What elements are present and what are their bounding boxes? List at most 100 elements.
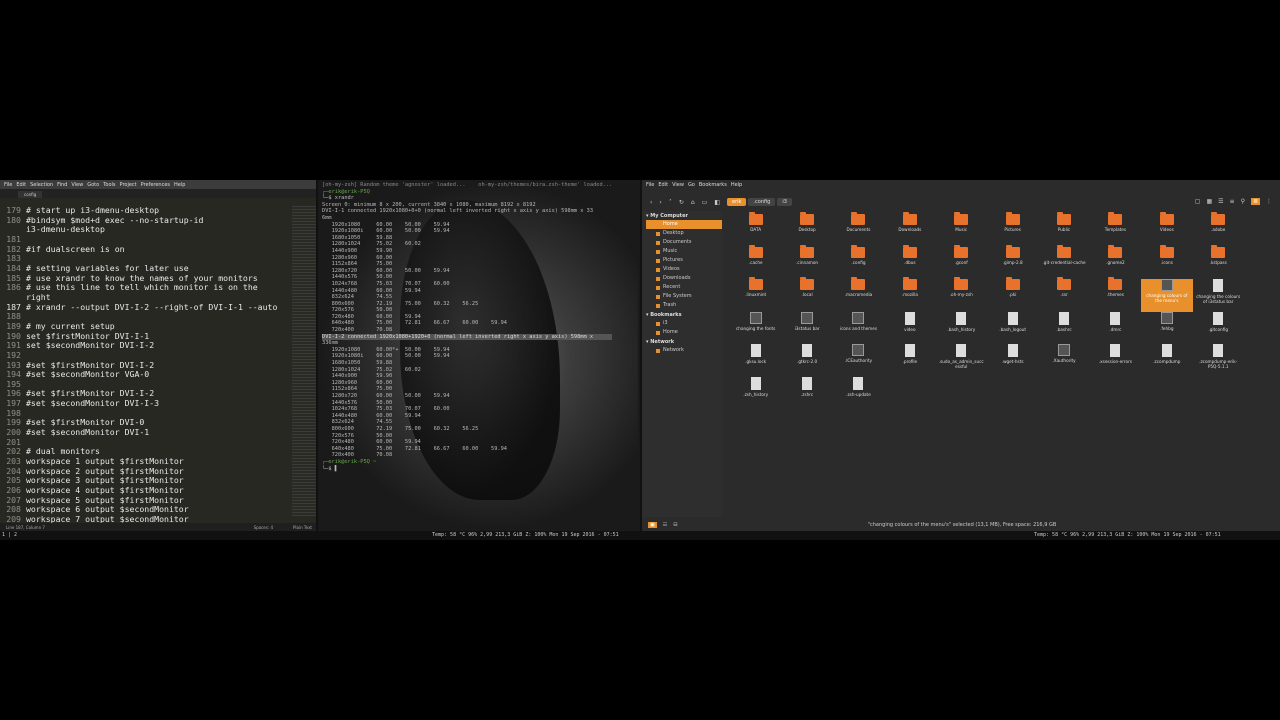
code-editor[interactable]: 179 # start up i3-dmenu-desktop 180 #bindsy… xyxy=(0,205,292,525)
folder-item[interactable]: .macromedia xyxy=(833,277,884,312)
menu-item-go[interactable]: Go xyxy=(688,182,695,188)
breadcrumb-i3[interactable]: i3 xyxy=(777,198,792,206)
icon-view-icon[interactable]: ▦ xyxy=(1206,198,1212,205)
sidebar-item-file-system[interactable]: File System xyxy=(646,292,722,301)
workspace-indicator[interactable]: 1 | 2 xyxy=(2,532,17,538)
reload-icon[interactable]: ↻ xyxy=(679,199,684,206)
menu-item-bookmarks[interactable]: Bookmarks xyxy=(699,182,727,188)
menu-item-goto[interactable]: Goto xyxy=(87,182,99,188)
back-icon[interactable]: ‹ xyxy=(650,199,652,206)
menu-item-file[interactable]: File xyxy=(4,182,12,188)
sidebar-item-home[interactable]: Home xyxy=(646,220,722,229)
forward-icon[interactable]: › xyxy=(659,199,661,206)
sidebar-item-videos[interactable]: Videos xyxy=(646,265,722,274)
file-item[interactable]: .wget-hsts xyxy=(987,344,1038,377)
tab-config[interactable]: config xyxy=(18,191,43,198)
folder-item[interactable]: .git-credential-cache xyxy=(1038,244,1089,280)
folder-item[interactable]: .gconf xyxy=(936,244,987,280)
menu-item-preferences[interactable]: Preferences xyxy=(141,182,170,188)
sidebar-heading[interactable]: ▾ Bookmarks xyxy=(646,312,722,318)
folder-item[interactable]: .kstpass xyxy=(1193,244,1244,280)
file-item[interactable]: .zcompdump-erik-P5Q-5.1.1 xyxy=(1193,344,1244,377)
file-item[interactable]: .xsession-errors xyxy=(1090,344,1141,377)
folder-item[interactable]: .icons xyxy=(1141,244,1192,280)
folder-item[interactable]: .gnome2 xyxy=(1090,244,1141,280)
menu-item-help[interactable]: Help xyxy=(731,182,742,188)
sidebar-item-music[interactable]: Music xyxy=(646,247,722,256)
folder-item[interactable]: DATA xyxy=(730,212,781,247)
sidebar-item-pictures[interactable]: Pictures xyxy=(646,256,722,265)
file-item[interactable]: .zcompdump xyxy=(1141,344,1192,377)
breadcrumb-config[interactable]: .config xyxy=(748,198,776,206)
file-item[interactable]: .zsh-update xyxy=(833,376,884,410)
folder-item[interactable]: Pictures xyxy=(987,212,1038,247)
file-item[interactable]: .zsh_history xyxy=(730,376,781,410)
file-item[interactable]: .zshrc xyxy=(781,376,832,410)
sidebar-item-documents[interactable]: Documents xyxy=(646,238,722,247)
syntax-setting[interactable]: Plain Text xyxy=(293,525,312,530)
sidebar-item-desktop[interactable]: Desktop xyxy=(646,229,722,238)
file-item[interactable]: .bash_history xyxy=(936,311,987,345)
menu-item-edit[interactable]: Edit xyxy=(16,182,26,188)
sidebar-item-home[interactable]: Home xyxy=(646,328,722,337)
menu-item-help[interactable]: Help xyxy=(174,182,185,188)
folder-item[interactable]: .cinnamon xyxy=(781,244,832,280)
folder-item[interactable]: Public xyxy=(1038,212,1089,247)
file-item[interactable]: video xyxy=(884,311,935,345)
folder-item[interactable]: .mozilla xyxy=(884,277,935,312)
folder-item[interactable]: Templates xyxy=(1090,212,1141,247)
home-icon[interactable]: ⌂ xyxy=(691,199,695,206)
compact-view-icon[interactable]: ≡ xyxy=(1230,198,1235,205)
file-item[interactable]: changing the fonts xyxy=(730,311,781,345)
file-item[interactable]: .bash_logout xyxy=(987,311,1038,345)
folder-item[interactable]: .linuxmint xyxy=(730,277,781,312)
computer-icon[interactable]: ▭ xyxy=(702,199,708,206)
sidebar-item-downloads[interactable]: Downloads xyxy=(646,274,722,283)
sidebar-heading[interactable]: ▾ Network xyxy=(646,339,722,345)
folder-item[interactable]: Downloads xyxy=(884,212,935,247)
minimap[interactable] xyxy=(292,206,316,516)
folder-item[interactable]: .dbus xyxy=(884,244,935,280)
sidebar-item-network[interactable]: Network xyxy=(646,346,722,355)
file-item[interactable]: .fehbg xyxy=(1141,311,1192,345)
menu-item-file[interactable]: File xyxy=(646,182,654,188)
menu-item-edit[interactable]: Edit xyxy=(658,182,668,188)
search-icon[interactable]: ⚲ xyxy=(1241,198,1245,205)
file-item[interactable]: .gitconfig xyxy=(1193,311,1244,345)
sidebar-toggle-icon[interactable]: ▣ xyxy=(648,522,657,528)
tree-icon[interactable]: ☷ xyxy=(663,522,667,528)
file-item[interactable]: icons and themes xyxy=(833,311,884,345)
file-item[interactable]: .gtkrc-2.0 xyxy=(781,344,832,377)
file-item[interactable]: .profile xyxy=(884,344,935,377)
sidebar-item-trash[interactable]: Trash xyxy=(646,301,722,310)
menu-item-project[interactable]: Project xyxy=(120,182,137,188)
folder-item[interactable]: .config xyxy=(833,244,884,280)
folder-item[interactable]: Music xyxy=(936,212,987,247)
toggle-location-icon[interactable]: ◧ xyxy=(714,199,720,206)
folder-item[interactable]: Documents xyxy=(833,212,884,247)
file-item[interactable]: changing colours of the menu's xyxy=(1141,279,1193,312)
folder-item[interactable]: Desktop xyxy=(781,212,832,247)
folder-item[interactable]: .local xyxy=(781,277,832,312)
menu-item-view[interactable]: View xyxy=(672,182,684,188)
folder-item[interactable]: .ssr xyxy=(1038,277,1089,312)
folder-item[interactable]: .adobe xyxy=(1193,212,1244,247)
sidebar-item-i3[interactable]: i3 xyxy=(646,319,722,328)
menu-item-tools[interactable]: Tools xyxy=(103,182,115,188)
menu-item-selection[interactable]: Selection xyxy=(30,182,53,188)
list-view-icon[interactable]: ☰ xyxy=(1218,198,1223,205)
file-item[interactable]: .Xauthority xyxy=(1038,344,1089,377)
hide-sidebar-icon[interactable]: ⊟ xyxy=(673,522,677,528)
menu-item-find[interactable]: Find xyxy=(57,182,67,188)
file-item[interactable]: .dmrc xyxy=(1090,311,1141,345)
file-item[interactable]: .gksu.lock xyxy=(730,344,781,377)
folder-item[interactable]: .themes xyxy=(1090,277,1141,312)
file-item[interactable]: .ICEauthority xyxy=(833,344,884,377)
indent-setting[interactable]: Spaces: 4 xyxy=(254,525,273,530)
new-folder-icon[interactable]: ▢ xyxy=(1195,198,1201,205)
folder-item[interactable]: .pki xyxy=(987,277,1038,312)
terminal-window[interactable]: [oh-my-zsh] Random theme 'agnoster' load… xyxy=(320,180,638,531)
menu-item-view[interactable]: View xyxy=(71,182,83,188)
sidebar-item-recent[interactable]: Recent xyxy=(646,283,722,292)
sidebar-heading[interactable]: ▾ My Computer xyxy=(646,213,722,219)
